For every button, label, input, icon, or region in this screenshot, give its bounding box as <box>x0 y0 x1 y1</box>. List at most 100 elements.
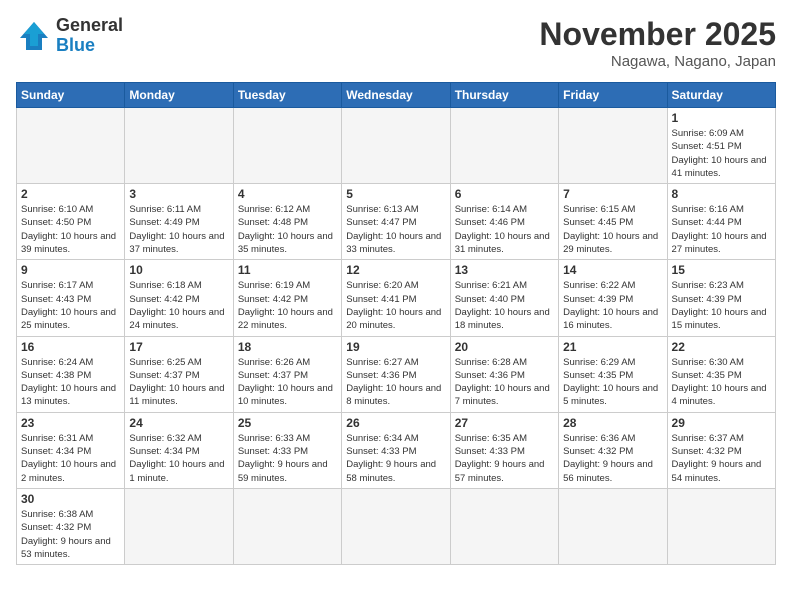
title-block: November 2025 Nagawa, Nagano, Japan <box>539 16 776 70</box>
calendar-cell: 12 Sunrise: 6:20 AM Sunset: 4:41 PM Dayli… <box>342 260 450 336</box>
day-info: Sunrise: 6:31 AM Sunset: 4:34 PM Dayligh… <box>21 432 120 485</box>
calendar-cell: 28Sunrise: 6:36 AM Sunset: 4:32 PM Dayli… <box>559 412 667 488</box>
calendar-cell <box>450 488 558 564</box>
header-wednesday: Wednesday <box>342 83 450 108</box>
day-number: 23 <box>21 416 120 430</box>
calendar-cell <box>342 108 450 184</box>
day-info: Sunrise: 6:37 AM Sunset: 4:32 PM Dayligh… <box>672 432 771 485</box>
header-sunday: Sunday <box>17 83 125 108</box>
day-info: Sunrise: 6:20 AM Sunset: 4:41 PM Dayligh… <box>346 279 445 332</box>
day-info: Sunrise: 6:18 AM Sunset: 4:42 PM Dayligh… <box>129 279 228 332</box>
header-monday: Monday <box>125 83 233 108</box>
day-info: Sunrise: 6:26 AM Sunset: 4:37 PM Dayligh… <box>238 356 337 409</box>
day-number: 14 <box>563 263 662 277</box>
location: Nagawa, Nagano, Japan <box>539 53 776 70</box>
day-info: Sunrise: 6:17 AM Sunset: 4:43 PM Dayligh… <box>21 279 120 332</box>
header-saturday: Saturday <box>667 83 775 108</box>
calendar-cell <box>667 488 775 564</box>
day-number: 12 <box>346 263 445 277</box>
day-info: Sunrise: 6:35 AM Sunset: 4:33 PM Dayligh… <box>455 432 554 485</box>
header-tuesday: Tuesday <box>233 83 341 108</box>
day-number: 6 <box>455 187 554 201</box>
day-info: Sunrise: 6:23 AM Sunset: 4:39 PM Dayligh… <box>672 279 771 332</box>
day-info: Sunrise: 6:34 AM Sunset: 4:33 PM Dayligh… <box>346 432 445 485</box>
week-row-2: 2 Sunrise: 6:10 AM Sunset: 4:50 PM Daylig… <box>17 184 776 260</box>
day-info: Sunrise: 6:14 AM Sunset: 4:46 PM Dayligh… <box>455 203 554 256</box>
day-number: 15 <box>672 263 771 277</box>
calendar-cell <box>233 108 341 184</box>
calendar-cell: 22 Sunrise: 6:30 AM Sunset: 4:35 PM Dayli… <box>667 336 775 412</box>
calendar-cell: 17Sunrise: 6:25 AM Sunset: 4:37 PM Dayli… <box>125 336 233 412</box>
calendar-cell <box>342 488 450 564</box>
day-number: 5 <box>346 187 445 201</box>
calendar-cell: 23 Sunrise: 6:31 AM Sunset: 4:34 PM Dayli… <box>17 412 125 488</box>
calendar-cell <box>559 108 667 184</box>
calendar-cell: 8 Sunrise: 6:16 AM Sunset: 4:44 PM Daylig… <box>667 184 775 260</box>
calendar-cell: 19Sunrise: 6:27 AM Sunset: 4:36 PM Dayli… <box>342 336 450 412</box>
day-info: Sunrise: 6:16 AM Sunset: 4:44 PM Dayligh… <box>672 203 771 256</box>
week-row-5: 23 Sunrise: 6:31 AM Sunset: 4:34 PM Dayli… <box>17 412 776 488</box>
day-number: 27 <box>455 416 554 430</box>
calendar-cell: 16 Sunrise: 6:24 AM Sunset: 4:38 PM Dayli… <box>17 336 125 412</box>
day-number: 30 <box>21 492 120 506</box>
calendar-cell <box>17 108 125 184</box>
week-row-4: 16 Sunrise: 6:24 AM Sunset: 4:38 PM Dayli… <box>17 336 776 412</box>
day-info: Sunrise: 6:30 AM Sunset: 4:35 PM Dayligh… <box>672 356 771 409</box>
calendar-cell: 25Sunrise: 6:33 AM Sunset: 4:33 PM Dayli… <box>233 412 341 488</box>
day-info: Sunrise: 6:32 AM Sunset: 4:34 PM Dayligh… <box>129 432 228 485</box>
day-number: 25 <box>238 416 337 430</box>
day-number: 1 <box>672 111 771 125</box>
day-number: 19 <box>346 340 445 354</box>
day-number: 22 <box>672 340 771 354</box>
day-number: 13 <box>455 263 554 277</box>
calendar-cell: 14 Sunrise: 6:22 AM Sunset: 4:39 PM Dayli… <box>559 260 667 336</box>
day-number: 17 <box>129 340 228 354</box>
calendar-cell: 20Sunrise: 6:28 AM Sunset: 4:36 PM Dayli… <box>450 336 558 412</box>
logo: GeneralBlue <box>16 16 123 56</box>
day-number: 4 <box>238 187 337 201</box>
day-number: 2 <box>21 187 120 201</box>
calendar-header-row: SundayMondayTuesdayWednesdayThursdayFrid… <box>17 83 776 108</box>
day-number: 18 <box>238 340 337 354</box>
calendar-cell: 30Sunrise: 6:38 AM Sunset: 4:32 PM Dayli… <box>17 488 125 564</box>
calendar-cell: 9Sunrise: 6:17 AM Sunset: 4:43 PM Daylig… <box>17 260 125 336</box>
calendar-cell <box>125 108 233 184</box>
page-header: GeneralBlue November 2025 Nagawa, Nagano… <box>16 16 776 70</box>
day-info: Sunrise: 6:11 AM Sunset: 4:49 PM Dayligh… <box>129 203 228 256</box>
day-number: 26 <box>346 416 445 430</box>
day-info: Sunrise: 6:22 AM Sunset: 4:39 PM Dayligh… <box>563 279 662 332</box>
calendar-cell: 1Sunrise: 6:09 AM Sunset: 4:51 PM Daylig… <box>667 108 775 184</box>
day-number: 16 <box>21 340 120 354</box>
day-info: Sunrise: 6:19 AM Sunset: 4:42 PM Dayligh… <box>238 279 337 332</box>
calendar-cell: 27 Sunrise: 6:35 AM Sunset: 4:33 PM Dayli… <box>450 412 558 488</box>
day-info: Sunrise: 6:29 AM Sunset: 4:35 PM Dayligh… <box>563 356 662 409</box>
calendar-cell: 2 Sunrise: 6:10 AM Sunset: 4:50 PM Daylig… <box>17 184 125 260</box>
day-number: 11 <box>238 263 337 277</box>
day-number: 29 <box>672 416 771 430</box>
calendar-cell: 15 Sunrise: 6:23 AM Sunset: 4:39 PM Dayli… <box>667 260 775 336</box>
calendar-cell <box>125 488 233 564</box>
day-info: Sunrise: 6:10 AM Sunset: 4:50 PM Dayligh… <box>21 203 120 256</box>
calendar-cell: 18 Sunrise: 6:26 AM Sunset: 4:37 PM Dayli… <box>233 336 341 412</box>
day-info: Sunrise: 6:15 AM Sunset: 4:45 PM Dayligh… <box>563 203 662 256</box>
logo-text: GeneralBlue <box>56 16 123 56</box>
header-thursday: Thursday <box>450 83 558 108</box>
day-number: 10 <box>129 263 228 277</box>
logo-icon <box>16 18 52 54</box>
day-info: Sunrise: 6:28 AM Sunset: 4:36 PM Dayligh… <box>455 356 554 409</box>
day-info: Sunrise: 6:12 AM Sunset: 4:48 PM Dayligh… <box>238 203 337 256</box>
calendar-cell <box>233 488 341 564</box>
day-number: 8 <box>672 187 771 201</box>
day-info: Sunrise: 6:24 AM Sunset: 4:38 PM Dayligh… <box>21 356 120 409</box>
day-info: Sunrise: 6:13 AM Sunset: 4:47 PM Dayligh… <box>346 203 445 256</box>
calendar-cell <box>450 108 558 184</box>
calendar-table: SundayMondayTuesdayWednesdayThursdayFrid… <box>16 82 776 565</box>
calendar-cell: 4 Sunrise: 6:12 AM Sunset: 4:48 PM Daylig… <box>233 184 341 260</box>
calendar-cell: 24 Sunrise: 6:32 AM Sunset: 4:34 PM Dayli… <box>125 412 233 488</box>
calendar-cell: 7Sunrise: 6:15 AM Sunset: 4:45 PM Daylig… <box>559 184 667 260</box>
day-number: 24 <box>129 416 228 430</box>
day-info: Sunrise: 6:21 AM Sunset: 4:40 PM Dayligh… <box>455 279 554 332</box>
calendar-cell <box>559 488 667 564</box>
header-friday: Friday <box>559 83 667 108</box>
day-number: 28 <box>563 416 662 430</box>
